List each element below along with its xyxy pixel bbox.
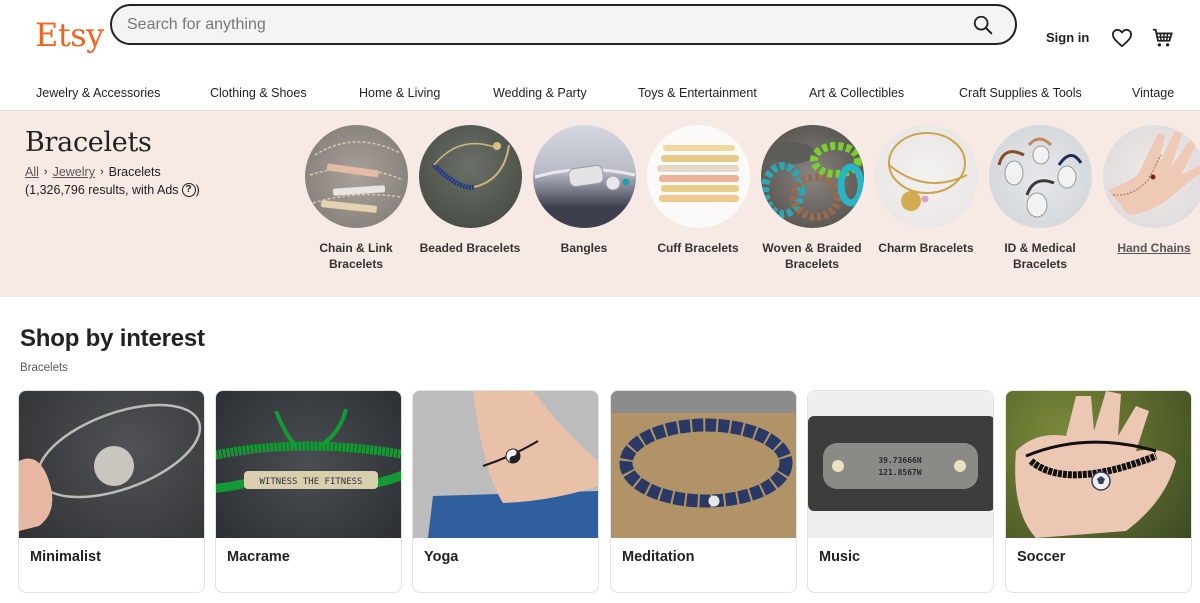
cart-icon	[1152, 28, 1173, 47]
nav-toys-entertainment[interactable]: Toys & Entertainment	[638, 86, 757, 100]
charm-bracelet-illustration	[887, 132, 967, 211]
search-input[interactable]	[112, 6, 963, 43]
nav-jewelry-accessories[interactable]: Jewelry & Accessories	[36, 86, 160, 100]
category-image	[1102, 125, 1200, 228]
card-label: Yoga	[424, 549, 459, 565]
category-banner: Bracelets All › Jewelry › Bracelets (1,3…	[0, 111, 1200, 297]
results-text: (1,326,796 results, with Ads	[25, 183, 179, 197]
category-image	[760, 125, 864, 228]
engraving-line1: 39.73666N	[878, 456, 922, 465]
category-label: Bangles	[560, 241, 608, 255]
minimalist-bracelet-illustration	[19, 403, 202, 531]
cart-button[interactable]	[1151, 26, 1175, 50]
section-subtitle: Bracelets	[20, 362, 68, 374]
breadcrumb-separator: ›	[43, 166, 48, 178]
category-beaded-bracelets[interactable]: Beaded Bracelets	[413, 125, 527, 256]
yoga-bracelet-illustration	[413, 391, 598, 538]
category-hand-chains[interactable]: Hand Chains	[1097, 125, 1200, 256]
category-image	[304, 125, 408, 228]
beaded-bracelet-illustration	[431, 142, 510, 190]
breadcrumb: All › Jewelry › Bracelets	[25, 165, 161, 179]
category-label: Hand Chains	[1117, 241, 1191, 255]
card-image: 39.73666N 121.8567W	[808, 391, 993, 538]
card-label: Meditation	[622, 549, 695, 565]
help-icon[interactable]: ?	[181, 183, 196, 197]
woven-bracelet-illustration	[760, 142, 864, 221]
interest-card-minimalist[interactable]: Minimalist	[18, 390, 205, 593]
chain-bracelet-illustration	[309, 141, 403, 213]
category-image	[988, 125, 1092, 228]
card-label: Macrame	[227, 549, 290, 565]
bangle-illustration	[534, 164, 635, 191]
nav-craft-supplies-tools[interactable]: Craft Supplies & Tools	[959, 86, 1082, 100]
page-title: Bracelets	[25, 127, 152, 158]
category-id-medical-bracelets[interactable]: ID & Medical Bracelets	[983, 125, 1097, 272]
category-cuff-bracelets[interactable]: Cuff Bracelets	[641, 125, 755, 256]
sign-in-link[interactable]: Sign in	[1046, 30, 1089, 45]
nav-wedding-party[interactable]: Wedding & Party	[493, 86, 587, 100]
id-bracelet-illustration	[997, 137, 1082, 218]
macrame-bracelet-illustration: WITNESS THE FITNESS	[216, 408, 401, 493]
interest-card-macrame[interactable]: WITNESS THE FITNESS Macrame	[215, 390, 402, 593]
category-label: Beaded Bracelets	[419, 241, 521, 255]
search-icon	[973, 15, 993, 34]
category-woven-braided-bracelets[interactable]: Woven & Braided Bracelets	[755, 125, 869, 272]
category-label: Charm Bracelets	[878, 241, 974, 255]
card-image	[19, 391, 204, 538]
interest-card-soccer[interactable]: Soccer	[1005, 390, 1192, 593]
nav-clothing-shoes[interactable]: Clothing & Shoes	[210, 86, 307, 100]
category-image	[418, 125, 522, 228]
breadcrumb-all[interactable]: All	[25, 165, 39, 179]
category-label: Cuff Bracelets	[657, 241, 739, 255]
breadcrumb-current: Bracelets	[108, 165, 161, 179]
category-label: Chain & Link Bracelets	[319, 241, 393, 271]
card-image	[1006, 391, 1191, 538]
nav-home-living[interactable]: Home & Living	[359, 86, 440, 100]
category-label: Woven & Braided Bracelets	[762, 241, 862, 271]
card-label: Music	[819, 549, 861, 565]
category-image	[874, 125, 978, 228]
nav-art-collectibles[interactable]: Art & Collectibles	[809, 86, 904, 100]
section-title: Shop by interest	[20, 325, 205, 352]
music-cuff-illustration: 39.73666N 121.8567W	[808, 416, 993, 511]
hand-chain-illustration	[1107, 131, 1200, 215]
category-charm-bracelets[interactable]: Charm Bracelets	[869, 125, 983, 256]
interest-card-meditation[interactable]: Meditation	[610, 390, 797, 593]
cuff-bracelet-illustration	[656, 145, 739, 202]
engraving-line2: 121.8567W	[878, 468, 922, 477]
site-header: Etsy Sign in Jewelry & Accessories Cloth…	[0, 0, 1200, 111]
category-chain-link-bracelets[interactable]: Chain & Link Bracelets	[299, 125, 413, 272]
card-image: WITNESS THE FITNESS	[216, 391, 401, 538]
soccer-bracelet-illustration	[1015, 391, 1176, 538]
favorites-button[interactable]	[1110, 26, 1134, 50]
category-bangles[interactable]: Bangles	[527, 125, 641, 256]
heart-icon	[1111, 28, 1132, 48]
interest-card-music[interactable]: 39.73666N 121.8567W Music	[807, 390, 994, 593]
breadcrumb-jewelry[interactable]: Jewelry	[53, 165, 95, 179]
category-label: ID & Medical Bracelets	[1004, 241, 1076, 271]
interest-card-yoga[interactable]: Yoga	[412, 390, 599, 593]
category-image	[646, 125, 750, 228]
card-image	[611, 391, 796, 538]
breadcrumb-separator: ›	[99, 166, 104, 178]
category-image	[532, 125, 636, 228]
search-bar	[110, 4, 1017, 45]
card-label: Minimalist	[30, 549, 101, 565]
meditation-bracelet-illustration	[611, 391, 796, 538]
results-close: )	[195, 183, 200, 197]
search-button[interactable]	[963, 7, 1003, 43]
card-label: Soccer	[1017, 549, 1066, 565]
card-image	[413, 391, 598, 538]
etsy-logo[interactable]: Etsy	[35, 16, 104, 54]
engraving-text: WITNESS THE FITNESS	[260, 477, 363, 487]
category-nav: Jewelry & Accessories Clothing & Shoes H…	[0, 86, 1200, 104]
results-count: (1,326,796 results, with Ads ? )	[25, 183, 200, 197]
nav-vintage[interactable]: Vintage	[1132, 86, 1174, 100]
